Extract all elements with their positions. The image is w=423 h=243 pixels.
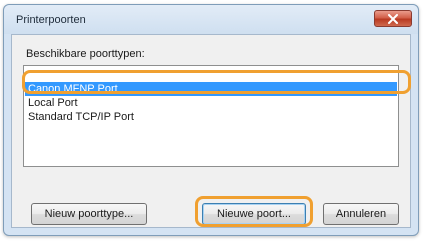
port-types-list[interactable]: Canon MFNP Port Local Port Standard TCP/… bbox=[23, 65, 399, 167]
new-port-button[interactable]: Nieuwe poort... bbox=[202, 203, 306, 225]
dialog-title: Printerpoorten bbox=[16, 14, 86, 26]
printer-ports-dialog: Printerpoorten Beschikbare poorttypen: C… bbox=[3, 4, 419, 236]
close-button[interactable] bbox=[374, 10, 412, 27]
title-bar[interactable]: Printerpoorten bbox=[4, 5, 418, 34]
cancel-button[interactable]: Annuleren bbox=[323, 203, 399, 225]
list-item-standard-tcpip-port[interactable]: Standard TCP/IP Port bbox=[25, 110, 397, 124]
dialog-content: Beschikbare poorttypen: Canon MFNP Port … bbox=[11, 34, 411, 228]
port-types-label: Beschikbare poorttypen: bbox=[26, 48, 145, 60]
list-item-canon-mfnp-port[interactable]: Canon MFNP Port bbox=[25, 82, 397, 96]
close-x-icon bbox=[388, 13, 398, 24]
new-port-type-button[interactable]: Nieuw poorttype... bbox=[31, 203, 147, 225]
list-item-local-port[interactable]: Local Port bbox=[25, 96, 397, 110]
